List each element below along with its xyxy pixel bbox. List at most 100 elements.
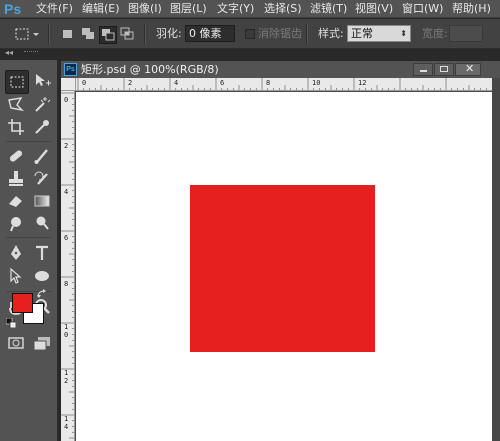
history-brush-tool[interactable] (31, 168, 53, 190)
move-tool[interactable] (31, 70, 53, 92)
psd-file-icon: Ps (64, 63, 77, 76)
menu-select[interactable]: 选择(S) (264, 0, 302, 18)
menu-window[interactable]: 窗口(W) (402, 0, 443, 18)
panel-strip: ◂◂ (0, 48, 500, 60)
ruler-v-label: 2 (64, 377, 69, 385)
eyedropper-icon (35, 120, 49, 134)
close-button[interactable]: ✕ (455, 62, 481, 76)
type-icon (36, 245, 48, 260)
antialias-label: 消除锯齿 (258, 27, 302, 40)
brush-icon (34, 149, 48, 164)
maximize-button[interactable] (434, 63, 454, 76)
ruler-h-label: 4 (174, 79, 179, 87)
healing-brush-icon (9, 150, 23, 162)
collapse-arrows-icon[interactable]: ◂◂ (5, 48, 13, 57)
default-colors-icon[interactable] (5, 317, 17, 329)
menu-edit[interactable]: 编辑(E) (82, 0, 120, 18)
intersect-selection-icon[interactable] (119, 26, 135, 42)
magic-wand-icon (35, 97, 51, 112)
ruler-h-label: 10 (312, 79, 321, 87)
ruler-v-label: 2 (64, 142, 69, 150)
vertical-ruler[interactable]: 0 2 4 6 8 1 0 1 2 1 4 (61, 91, 75, 441)
healing-brush-tool[interactable] (5, 145, 27, 167)
ruler-h-label: 12 (358, 79, 367, 87)
grip-icon[interactable] (24, 51, 38, 53)
foreground-color-swatch[interactable] (12, 293, 33, 313)
gradient-icon (34, 195, 50, 207)
width-label: 宽度: (422, 27, 448, 40)
history-brush-icon (34, 171, 48, 185)
screen-mode-icon (33, 337, 50, 351)
path-select-icon (10, 267, 22, 284)
ruler-v-label: 0 (64, 96, 69, 104)
ellipse-icon (35, 271, 49, 281)
move-icon (36, 74, 51, 86)
type-tool[interactable] (31, 242, 53, 264)
ruler-origin[interactable] (61, 78, 76, 91)
subtract-from-selection-icon[interactable] (99, 26, 117, 44)
vertical-scrollbar[interactable] (492, 78, 500, 441)
document-title: 矩形.psd @ 100%(RGB/8) (81, 63, 219, 76)
menu-filter[interactable]: 滤镜(T) (310, 0, 347, 18)
ruler-v-label: 6 (64, 234, 69, 242)
document-tab[interactable]: Ps 矩形.psd @ 100%(RGB/8) ✕ (61, 61, 500, 78)
menu-layer[interactable]: 图层(L) (170, 0, 207, 18)
clone-stamp-tool[interactable] (5, 168, 27, 190)
gradient-tool[interactable] (31, 190, 53, 212)
horizontal-ruler[interactable]: 0 2 4 6 8 10 12 (76, 78, 492, 91)
ruler-h-label: 2 (128, 79, 133, 87)
clone-stamp-icon (9, 171, 23, 186)
menu-image[interactable]: 图像(I) (128, 0, 162, 18)
quick-mask-button[interactable] (5, 332, 27, 354)
path-select-tool[interactable] (5, 265, 27, 287)
minimize-icon (420, 70, 427, 72)
ruler-h-label: 8 (266, 79, 271, 87)
style-select-value: 正常 (351, 27, 373, 40)
eraser-icon (9, 196, 22, 207)
ruler-v-label: 8 (64, 280, 69, 288)
blur-tool[interactable] (5, 212, 27, 234)
menu-view[interactable]: 视图(V) (355, 0, 393, 18)
width-input[interactable] (449, 25, 483, 42)
ellipse-tool[interactable] (31, 265, 53, 287)
pen-icon (11, 245, 21, 260)
dodge-icon (36, 216, 49, 230)
magic-wand-tool[interactable] (31, 94, 53, 116)
style-select[interactable]: 正常 ⬍ (347, 25, 411, 42)
crop-icon (8, 119, 24, 135)
marquee-icon (10, 76, 24, 88)
eraser-tool[interactable] (5, 190, 27, 212)
screen-mode-button[interactable] (31, 332, 53, 354)
feather-input[interactable]: 0 像素 (185, 25, 235, 42)
ruler-v-label: 1 (64, 415, 69, 423)
menu-help[interactable]: 帮助(H) (452, 0, 491, 18)
menu-type[interactable]: 文字(Y) (217, 0, 254, 18)
lasso-tool[interactable] (5, 94, 27, 116)
ruler-v-label: 0 (64, 331, 69, 339)
ruler-v-label: 1 (64, 369, 69, 377)
eyedropper-tool[interactable] (31, 116, 53, 138)
marquee-tool[interactable] (5, 70, 29, 94)
style-label: 样式: (318, 27, 344, 40)
lasso-icon (8, 97, 25, 112)
brush-tool[interactable] (31, 145, 53, 167)
red-rectangle-shape[interactable] (190, 185, 375, 352)
ruler-h-ticks (77, 78, 487, 90)
pen-tool[interactable] (5, 242, 27, 264)
minimize-button[interactable] (413, 63, 433, 76)
preset-dropdown-icon[interactable] (32, 26, 40, 42)
options-bar: 羽化: 0 像素 消除锯齿 样式: 正常 ⬍ 宽度: (0, 19, 500, 49)
dodge-tool[interactable] (31, 212, 53, 234)
add-to-selection-icon[interactable] (80, 26, 96, 42)
menu-file[interactable]: 文件(F) (36, 0, 73, 18)
maximize-icon (440, 66, 448, 72)
blur-icon (10, 217, 21, 232)
menu-bar: Ps 文件(F) 编辑(E) 图像(I) 图层(L) 文字(Y) 选择(S) 滤… (0, 0, 500, 18)
toolbox (0, 60, 58, 441)
close-icon: ✕ (465, 62, 475, 75)
photoshop-logo: Ps (4, 1, 22, 17)
marquee-preset-icon[interactable] (14, 26, 30, 42)
crop-tool[interactable] (5, 116, 27, 138)
antialias-checkbox[interactable] (245, 29, 255, 39)
new-selection-icon[interactable] (60, 26, 76, 42)
